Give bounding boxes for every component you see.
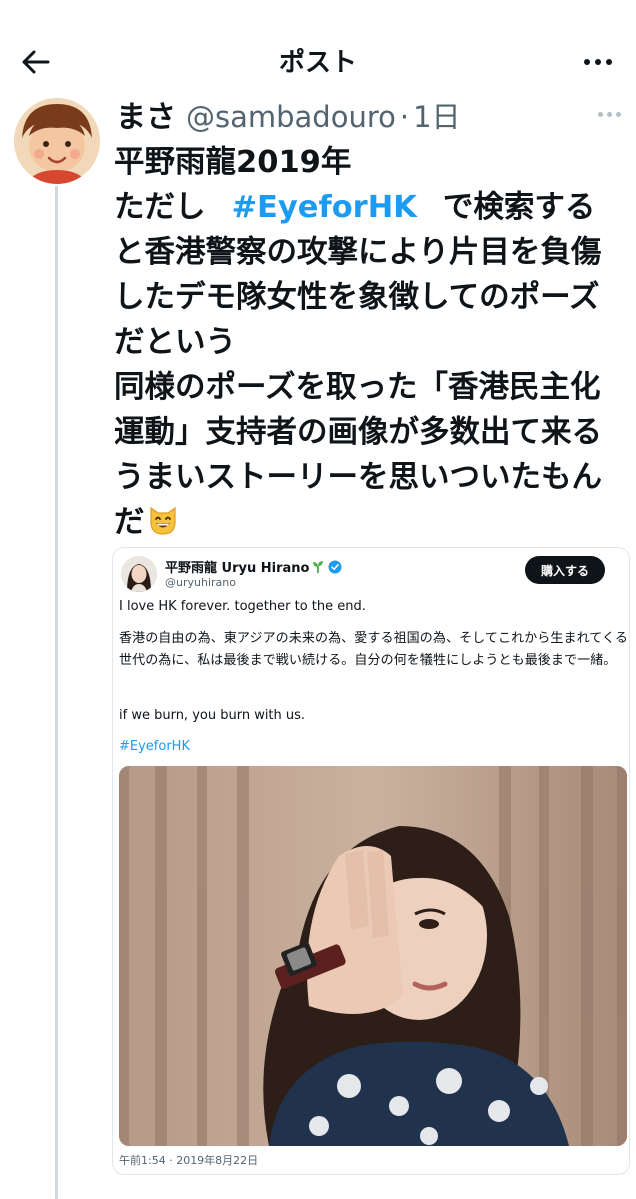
user-handle[interactable]: @sambadouro [186, 100, 396, 134]
thread-line [55, 186, 58, 1199]
buy-button[interactable]: 購入する [525, 556, 605, 584]
post-more-icon[interactable] [594, 104, 624, 124]
more-horizontal-icon[interactable] [580, 44, 616, 80]
embedded-timestamp[interactable]: 午前1:54 · 2019年8月22日 [119, 1152, 258, 1168]
embedded-author[interactable]: 平野雨龍 Uryu Hirano [165, 557, 342, 576]
embedded-post-card[interactable]: 平野雨龍 Uryu Hirano @uryuhirano 購入する I love… [112, 547, 630, 1175]
sprout-icon [313, 560, 324, 573]
embedded-handle[interactable]: @uryuhirano [165, 576, 236, 589]
embedded-avatar[interactable] [121, 556, 157, 592]
post-line: だ [114, 500, 634, 545]
embedded-name[interactable]: 平野雨龍 Uryu Hirano [165, 557, 309, 576]
post-line: ただし #EyeforHK で検索する [114, 185, 634, 230]
display-name[interactable]: まさ [116, 92, 176, 136]
post-time[interactable]: 1日 [413, 94, 460, 136]
post-line-fragment: ただし [114, 190, 206, 225]
post-body: 平野雨龍2019年 ただし #EyeforHK で検索する と香港警察の攻撃により片… [114, 140, 634, 545]
post-line: したデモ隊女性を象徴してのポーズ [114, 280, 600, 315]
post-line: 運動」支持者の画像が多数出て来る [114, 415, 602, 450]
embedded-text: 香港の自由の為、東アジアの未来の為、愛する祖国の為、そしてこれから生まれてくる世… [119, 631, 628, 668]
separator-dot: · [399, 100, 410, 134]
embedded-text: I love HK forever. together to the end. [119, 599, 366, 614]
post-header: まさ @sambadouro · 1日 [116, 92, 461, 136]
verified-badge-icon [328, 560, 342, 573]
post-line: 同様のポーズを取った「香港民主化 [114, 370, 601, 405]
top-bar: ポスト [0, 0, 636, 100]
post-line: 平野雨龍2019年 [114, 145, 352, 180]
post-line: うまいストーリーを思いついたもん [114, 460, 602, 495]
avatar[interactable] [14, 98, 100, 184]
embedded-photo[interactable] [119, 766, 627, 1146]
post-line: と香港警察の攻撃により片目を負傷 [114, 235, 602, 270]
embedded-text: if we burn, you burn with us. [119, 708, 306, 723]
post-line: だという [114, 325, 236, 360]
page-title: ポスト [278, 48, 357, 78]
post-line-fragment: で検索する [442, 190, 596, 225]
embedded-hashtag-link[interactable]: #EyeforHK [119, 736, 629, 758]
hashtag-link[interactable]: #EyeforHK [232, 190, 417, 225]
grinning-cat-icon [147, 504, 179, 536]
post-line-fragment: だ [114, 505, 145, 540]
